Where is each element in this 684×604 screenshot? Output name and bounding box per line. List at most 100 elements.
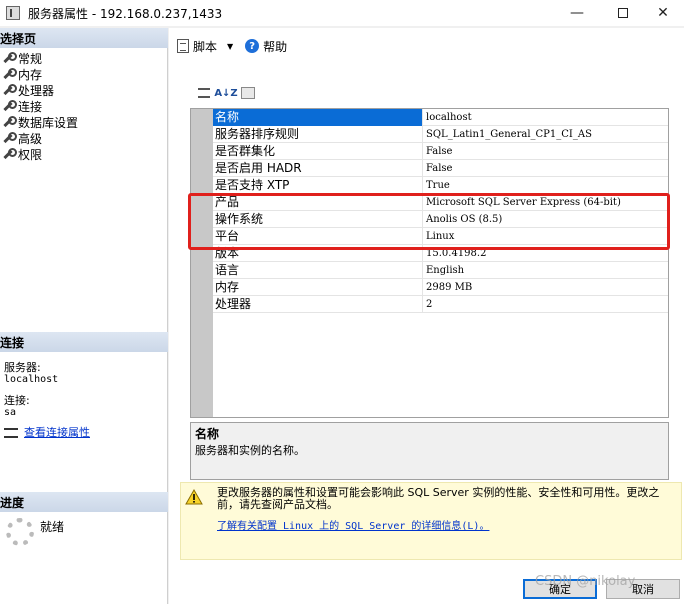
maximize-icon — [618, 8, 628, 18]
toolbar: 脚本 ▼ ? 帮助 — [177, 36, 287, 56]
sidebar-item-database-settings[interactable]: 数据库设置 — [2, 114, 78, 130]
sidebar-item-advanced[interactable]: 高级 — [2, 130, 42, 146]
alphabetical-sort-button[interactable]: A↓Z — [214, 84, 237, 102]
property-name: 语言 — [213, 262, 423, 279]
left-pane: 选择页 常规 内存 处理器 连接 数据库设置 高级 权限 连接 服务器: loc… — [0, 28, 168, 604]
property-row[interactable]: 是否启用 HADR False — [213, 160, 668, 177]
property-value: Linux — [426, 231, 455, 242]
server-label: 服务器: — [4, 361, 41, 374]
sidebar-item-processor[interactable]: 处理器 — [2, 82, 54, 98]
property-grid-toolbar: A↓Z — [195, 84, 257, 102]
connection-header: 连接 — [0, 332, 168, 352]
sidebar-item-label: 高级 — [18, 131, 43, 146]
script-icon — [177, 39, 189, 53]
progress-status: 就绪 — [40, 520, 65, 534]
property-name: 是否群集化 — [213, 143, 423, 160]
wrench-icon — [2, 100, 17, 112]
property-value: False — [426, 163, 453, 174]
categorized-icon — [198, 88, 210, 98]
property-row[interactable]: 是否支持 XTP True — [213, 177, 668, 194]
categorized-view-button[interactable] — [195, 84, 213, 102]
select-page-header: 选择页 — [0, 28, 168, 48]
wrench-icon — [2, 52, 17, 64]
property-name: 处理器 — [213, 296, 423, 313]
progress-header: 进度 — [0, 492, 168, 512]
sidebar-item-permissions[interactable]: 权限 — [2, 146, 42, 162]
connection-label: 连接: — [4, 394, 30, 407]
property-row[interactable]: 产品 Microsoft SQL Server Express (64-bit) — [213, 194, 668, 211]
property-name: 操作系统 — [213, 211, 423, 228]
wrench-icon — [2, 116, 17, 128]
connection-value: sa — [4, 407, 17, 418]
close-button[interactable]: ✕ — [640, 0, 684, 26]
property-pages-button[interactable] — [239, 84, 257, 102]
sidebar-item-label: 连接 — [18, 99, 43, 114]
chevron-down-icon[interactable]: ▼ — [227, 42, 233, 51]
sidebar-item-memory[interactable]: 内存 — [2, 66, 42, 82]
progress-spinner-icon — [6, 518, 34, 546]
property-name: 产品 — [213, 194, 423, 211]
view-connection-properties-text: 查看连接属性 — [24, 426, 90, 439]
warning-text: 更改服务器的属性和设置可能会影响此 SQL Server 实例的性能、安全性和可… — [217, 486, 660, 511]
property-value: False — [426, 146, 453, 157]
property-row[interactable]: 处理器 2 — [213, 296, 668, 313]
property-name: 是否支持 XTP — [213, 177, 423, 194]
sidebar-item-label: 数据库设置 — [18, 115, 79, 130]
property-value: English — [426, 265, 465, 276]
script-label: 脚本 — [193, 39, 218, 54]
property-value: Microsoft SQL Server Express (64-bit) — [426, 197, 621, 208]
sidebar-item-label: 常规 — [18, 51, 43, 66]
help-button[interactable]: ? 帮助 — [245, 38, 287, 55]
sidebar-item-connections[interactable]: 连接 — [2, 98, 42, 114]
property-value: True — [426, 180, 450, 191]
property-value: Anolis OS (8.5) — [426, 214, 503, 225]
property-name: 是否启用 HADR — [213, 160, 423, 177]
title-bar: 服务器属性 - 192.168.0.237,1433 — ✕ — [0, 0, 684, 26]
property-row[interactable]: 是否群集化 False — [213, 143, 668, 160]
property-grid: 名称 localhost 服务器排序规则 SQL_Latin1_General_… — [190, 108, 669, 418]
property-row[interactable]: 操作系统 Anolis OS (8.5) — [213, 211, 668, 228]
property-name: 名称 — [213, 109, 423, 126]
grid-gutter — [191, 109, 213, 417]
right-pane: 脚本 ▼ ? 帮助 A↓Z 名称 localhost 服务器排序规则 SQL_L… — [169, 28, 684, 604]
view-connection-properties-link[interactable]: 查看连接属性 — [4, 427, 90, 439]
warning-panel: 更改服务器的属性和设置可能会影响此 SQL Server 实例的性能、安全性和可… — [180, 482, 682, 560]
property-row[interactable]: 内存 2989 MB — [213, 279, 668, 296]
property-row[interactable]: 服务器排序规则 SQL_Latin1_General_CP1_CI_AS — [213, 126, 668, 143]
window-title: 服务器属性 - 192.168.0.237,1433 — [28, 6, 223, 21]
property-value: 2 — [426, 299, 433, 310]
property-description-panel: 名称 服务器和实例的名称。 — [190, 422, 669, 480]
property-value: 2989 MB — [426, 282, 473, 293]
wrench-icon — [2, 84, 17, 96]
script-button[interactable]: 脚本 ▼ — [177, 38, 233, 55]
property-name: 内存 — [213, 279, 423, 296]
wrench-icon — [2, 68, 17, 80]
linux-config-link[interactable]: 了解有关配置 Linux 上的 SQL Server 的详细信息(L)。 — [217, 517, 489, 532]
property-value: localhost — [426, 112, 472, 123]
sidebar-item-label: 权限 — [18, 147, 43, 162]
property-pages-icon — [241, 87, 255, 99]
warning-icon — [185, 489, 203, 505]
help-label: 帮助 — [263, 39, 288, 54]
property-row[interactable]: 平台 Linux — [213, 228, 668, 245]
property-name: 平台 — [213, 228, 423, 245]
property-name: 服务器排序规则 — [213, 126, 423, 143]
connection-properties-icon — [4, 428, 18, 438]
sidebar-item-label: 处理器 — [18, 83, 55, 98]
minimize-button[interactable]: — — [554, 0, 600, 26]
description-text: 服务器和实例的名称。 — [195, 444, 305, 457]
property-value: SQL_Latin1_General_CP1_CI_AS — [426, 129, 592, 140]
app-icon — [6, 6, 20, 20]
wrench-icon — [2, 132, 17, 144]
property-row[interactable]: 名称 localhost — [213, 109, 668, 126]
server-value: localhost — [4, 374, 59, 385]
property-row[interactable]: 版本 15.0.4198.2 — [213, 245, 668, 262]
sidebar-item-general[interactable]: 常规 — [2, 50, 42, 66]
property-name: 版本 — [213, 245, 423, 262]
watermark: CSDN @nikolay — [535, 574, 636, 589]
sidebar-item-label: 内存 — [18, 67, 43, 82]
wrench-icon — [2, 148, 17, 160]
help-icon: ? — [245, 39, 260, 53]
property-row[interactable]: 语言 English — [213, 262, 668, 279]
property-value: 15.0.4198.2 — [426, 248, 487, 259]
